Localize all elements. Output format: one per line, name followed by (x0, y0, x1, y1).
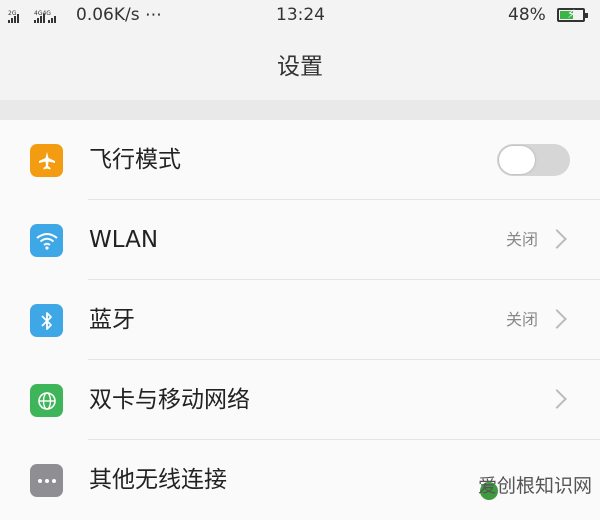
chevron-right-icon (547, 229, 567, 249)
mobile-network-label: 双卡与移动网络 (89, 387, 250, 413)
signal-icon: 2G 4G4G (8, 9, 72, 27)
watermark: 爱创根知识网 (477, 475, 592, 497)
chevron-right-icon (547, 389, 567, 409)
airplane-mode-toggle[interactable] (497, 144, 570, 176)
battery-percent: 48% (508, 5, 546, 25)
settings-list: 飞行模式 WLAN 关闭 蓝牙 关闭 双卡与移动网络 其他无线连接 (0, 120, 600, 520)
toggle-knob (499, 146, 535, 174)
status-bar: 2G 4G4G 0.06K/s ⋯ 13:24 48% ⚡ (0, 0, 600, 34)
title-bar: 设置 (0, 34, 600, 100)
bluetooth-icon (30, 304, 63, 337)
more-icon (30, 464, 63, 497)
wlan-row[interactable]: WLAN 关闭 (0, 200, 600, 280)
wlan-label: WLAN (89, 227, 159, 253)
bluetooth-label: 蓝牙 (89, 307, 135, 333)
page-title: 设置 (277, 54, 323, 80)
wifi-icon (30, 224, 63, 257)
wlan-status: 关闭 (505, 230, 538, 249)
bluetooth-row[interactable]: 蓝牙 关闭 (0, 280, 600, 360)
svg-text:2G: 2G (8, 10, 17, 17)
section-gap (0, 100, 600, 120)
chevron-right-icon (547, 309, 567, 329)
airplane-icon (30, 144, 63, 177)
airplane-mode-label: 飞行模式 (89, 147, 181, 173)
network-speed: 0.06K/s ⋯ (76, 5, 162, 25)
mobile-network-row[interactable]: 双卡与移动网络 (0, 360, 600, 440)
battery-icon: ⚡ (557, 7, 588, 22)
other-wireless-label: 其他无线连接 (89, 467, 227, 493)
svg-text:4G4G: 4G4G (34, 10, 51, 17)
airplane-mode-row[interactable]: 飞行模式 (0, 120, 600, 200)
globe-icon (30, 384, 63, 417)
clock: 13:24 (276, 5, 325, 25)
bluetooth-status: 关闭 (505, 310, 538, 329)
charging-icon: ⚡ (567, 7, 576, 21)
